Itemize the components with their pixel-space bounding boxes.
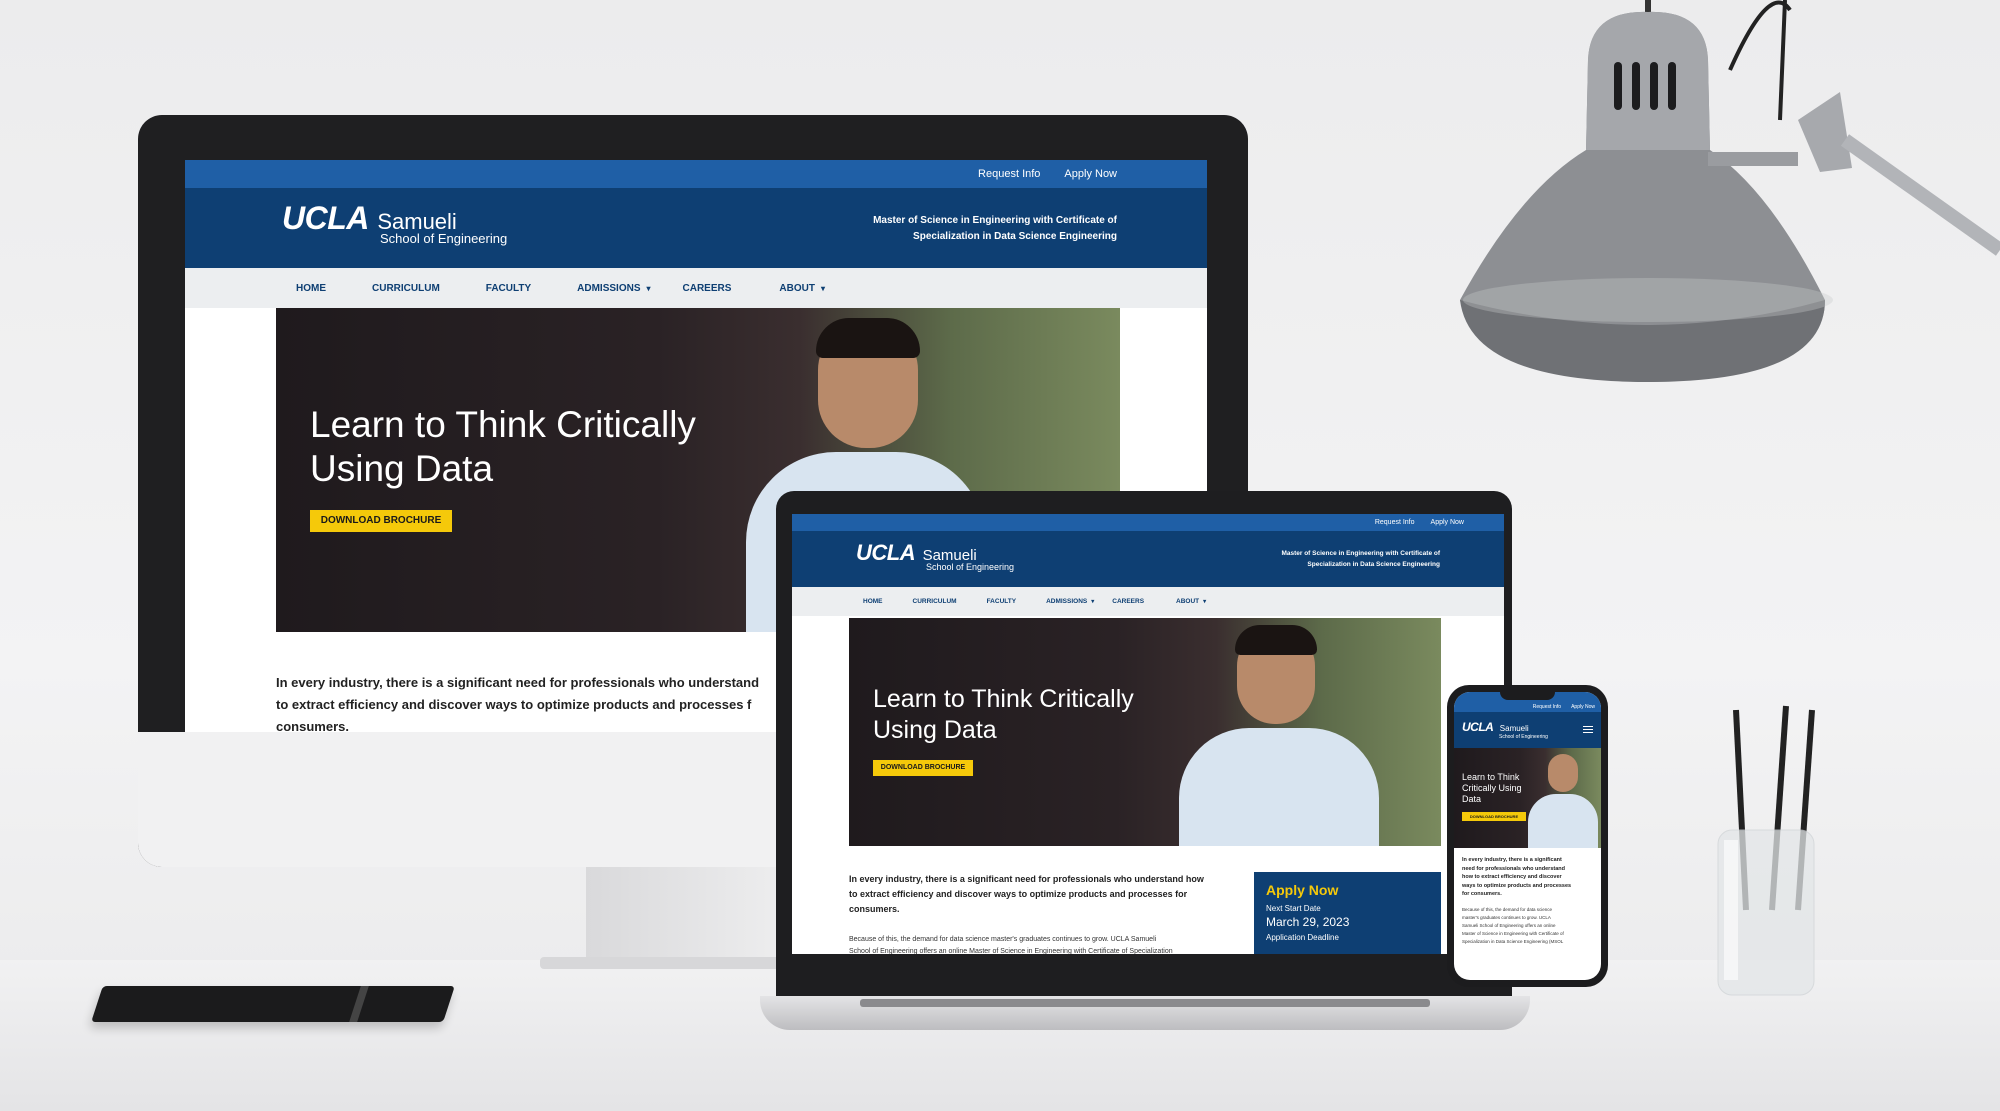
nav-admissions[interactable]: ADMISSIONS <box>1046 598 1087 605</box>
body-paragraph: Because of this, the demand for data sci… <box>849 934 1173 954</box>
site-header: UCLA Samueli School of Engineering Maste… <box>185 188 1207 268</box>
mobile-website: Request Info Apply Now UCLA Samueli Scho… <box>1454 692 1601 980</box>
hero-headline: Learn to Think Critically Using Data <box>1462 772 1522 805</box>
logo-school: School of Engineering <box>1499 734 1548 740</box>
download-brochure-button[interactable]: DOWNLOAD BROCHURE <box>873 760 973 776</box>
intro-line5: for consumers. <box>1462 891 1502 897</box>
chevron-down-icon: ▾ <box>1203 599 1207 605</box>
program-title: Master of Science in Engineering with Ce… <box>1281 548 1440 570</box>
intro-line3: consumers. <box>849 904 900 914</box>
download-brochure-button[interactable]: DOWNLOAD BROCHURE <box>310 510 452 532</box>
hero-banner: Learn to Think Critically Using Data DOW… <box>1454 748 1601 848</box>
logo-school: School of Engineering <box>380 231 508 246</box>
intro-line2: to extract efficiency and discover ways … <box>276 697 752 712</box>
notebook-illustration <box>91 986 455 1022</box>
top-utility-bar: Request Info Apply Now <box>792 514 1504 531</box>
hero-headline-line3: Data <box>1462 794 1482 804</box>
hero-headline-line2: Critically Using <box>1462 783 1522 793</box>
body-line1: Because of this, the demand for data sci… <box>1462 907 1553 912</box>
ucla-samueli-logo[interactable]: UCLA Samueli School of Engineering <box>1462 718 1548 740</box>
program-title-line2: Specialization in Data Science Engineeri… <box>913 231 1117 242</box>
nav-careers[interactable]: CAREERS <box>1112 598 1144 605</box>
apply-now-box: Apply Now Next Start Date March 29, 2023… <box>1254 872 1441 954</box>
phone-notch <box>1500 692 1555 700</box>
nav-curriculum[interactable]: CURRICULUM <box>913 598 957 605</box>
body-line5: Specialization in Data Science Engineeri… <box>1462 939 1564 944</box>
next-start-date: March 29, 2023 <box>1266 915 1350 929</box>
apply-now-link[interactable]: Apply Now <box>1571 704 1595 710</box>
apply-now-link[interactable]: Apply Now <box>1431 519 1464 526</box>
logo-ucla: UCLA <box>282 200 369 236</box>
site-header: UCLA Samueli School of Engineering <box>1454 712 1601 748</box>
nav-about[interactable]: ABOUT <box>779 283 815 294</box>
body-line4: Master of Science in Engineering with Ce… <box>1462 931 1564 936</box>
intro-line3: consumers. <box>276 719 349 732</box>
application-deadline-label: Application Deadline <box>1266 933 1339 942</box>
logo-samueli: Samueli <box>1499 724 1529 733</box>
request-info-link[interactable]: Request Info <box>978 168 1040 180</box>
nav-careers[interactable]: CAREERS <box>683 283 732 294</box>
body-paragraph: Because of this, the demand for data sci… <box>1462 906 1564 946</box>
next-start-label: Next Start Date <box>1266 904 1321 913</box>
hero-headline-line2: Using Data <box>873 716 997 744</box>
top-utility-bar: Request Info Apply Now <box>185 160 1207 188</box>
hamburger-menu-icon[interactable] <box>1583 726 1593 733</box>
main-nav: HOME CURRICULUM FACULTY ADMISSIONS ▾ CARE… <box>792 587 1504 616</box>
intro-line1: In every industry, there is a significan… <box>1462 857 1562 863</box>
request-info-link[interactable]: Request Info <box>1375 519 1415 526</box>
hero-headline-line1: Learn to Think Critically <box>310 404 696 445</box>
request-info-link[interactable]: Request Info <box>1533 704 1561 710</box>
download-brochure-button[interactable]: DOWNLOAD BROCHURE <box>1462 812 1526 821</box>
logo-ucla: UCLA <box>856 540 916 565</box>
hero-banner: Learn to Think Critically Using Data DOW… <box>849 618 1441 846</box>
nav-home[interactable]: HOME <box>296 283 326 294</box>
laptop-keyboard-strip <box>860 999 1430 1007</box>
intro-line1: In every industry, there is a significan… <box>849 874 1204 884</box>
intro-line2: need for professionals who understand <box>1462 865 1565 872</box>
site-header: UCLA Samueli School of Engineering Maste… <box>792 531 1504 587</box>
monitor-stand <box>586 867 780 967</box>
hero-headline: Learn to Think Critically Using Data <box>310 403 696 491</box>
hero-headline: Learn to Think Critically Using Data <box>873 684 1134 746</box>
desk-lamp-illustration <box>1460 0 2000 383</box>
body-line2: master's graduates continues to grow. UC… <box>1462 915 1551 920</box>
body-line3: Samueli School of Engineering offers an … <box>1462 923 1556 928</box>
apply-now-link[interactable]: Apply Now <box>1064 168 1117 180</box>
chevron-down-icon: ▾ <box>1091 599 1095 605</box>
program-title-line2: Specialization in Data Science Engineeri… <box>1307 561 1440 568</box>
nav-curriculum[interactable]: CURRICULUM <box>372 283 440 294</box>
hero-person-photo <box>1179 625 1379 846</box>
hero-headline-line1: Learn to Think <box>1462 772 1520 782</box>
hero-headline-line2: Using Data <box>310 448 494 489</box>
program-title: Master of Science in Engineering with Ce… <box>873 213 1117 245</box>
laptop-website: Request Info Apply Now UCLA Samueli Scho… <box>792 514 1504 954</box>
pencil-jar-illustration <box>1717 705 1815 996</box>
intro-line4: ways to optimize products and processes <box>1462 882 1572 889</box>
chevron-down-icon: ▾ <box>646 283 651 293</box>
hero-headline-line1: Learn to Think Critically <box>873 685 1134 713</box>
chevron-down-icon: ▾ <box>820 283 825 293</box>
logo-ucla: UCLA <box>1462 720 1494 734</box>
nav-faculty[interactable]: FACULTY <box>987 598 1017 605</box>
ucla-samueli-logo[interactable]: UCLA Samueli School of Engineering <box>856 540 1014 572</box>
program-title-line1: Master of Science in Engineering with Ce… <box>1281 550 1440 557</box>
nav-home[interactable]: HOME <box>863 598 883 605</box>
apply-now-title[interactable]: Apply Now <box>1266 882 1429 898</box>
intro-paragraph: In every industry, there is a significan… <box>849 872 1204 917</box>
intro-line1: In every industry, there is a significan… <box>276 675 760 690</box>
intro-line3: how to extract efficiency and discover <box>1462 874 1562 880</box>
body-line2: School of Engineering offers an online M… <box>849 948 1173 954</box>
nav-about[interactable]: ABOUT <box>1176 598 1199 605</box>
intro-paragraph: In every industry, there is a significan… <box>1462 856 1571 899</box>
program-title-line1: Master of Science in Engineering with Ce… <box>873 215 1117 226</box>
hero-person-photo <box>1528 754 1598 848</box>
intro-line2: to extract efficiency and discover ways … <box>849 889 1188 899</box>
logo-school: School of Engineering <box>926 562 1015 572</box>
main-nav: HOME CURRICULUM FACULTY ADMISSIONS ▾ CARE… <box>185 268 1207 308</box>
nav-admissions[interactable]: ADMISSIONS <box>577 283 640 294</box>
intro-paragraph: In every industry, there is a significan… <box>276 672 759 732</box>
ucla-samueli-logo[interactable]: UCLA Samueli School of Engineering <box>282 200 507 246</box>
body-line1: Because of this, the demand for data sci… <box>849 936 1157 943</box>
nav-faculty[interactable]: FACULTY <box>486 283 531 294</box>
